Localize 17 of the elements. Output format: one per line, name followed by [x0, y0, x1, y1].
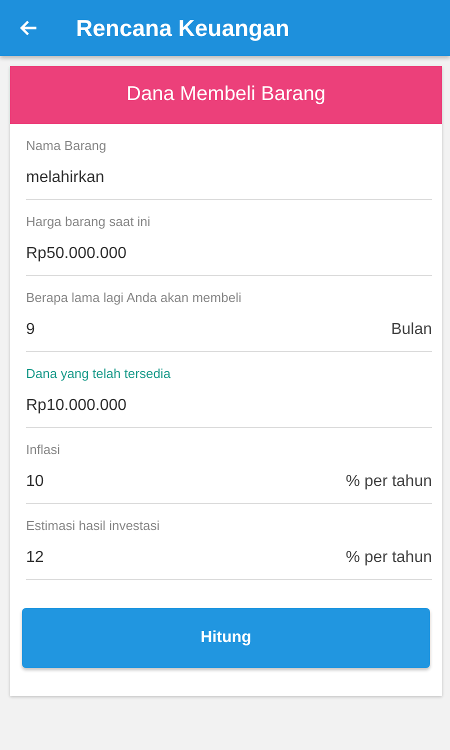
field-label: Berapa lama lagi Anda akan membeli [26, 290, 242, 305]
input-field[interactable]: 9 [26, 321, 35, 339]
app-bar-title: Rencana Keuangan [76, 14, 290, 42]
field-label: Harga barang saat ini [26, 214, 152, 229]
field-label: Estimasi hasil investasi [26, 518, 161, 533]
input-field[interactable]: 10 [26, 473, 44, 491]
unit-label: Bulan [391, 321, 432, 339]
field-label: Inflasi [26, 442, 61, 457]
unit-label: % per tahun [346, 549, 432, 567]
input-field[interactable]: 12 [26, 549, 44, 567]
card-title: Dana Membeli Barang [10, 66, 442, 124]
field-label: Dana yang telah tersedia [26, 366, 172, 381]
field-label: Nama Barang [26, 138, 108, 153]
input-field[interactable]: Rp10.000.000 [26, 397, 127, 415]
unit-label: % per tahun [346, 473, 432, 491]
input-field[interactable]: Rp50.000.000 [26, 245, 127, 263]
input-field[interactable]: melahirkan [26, 169, 104, 187]
